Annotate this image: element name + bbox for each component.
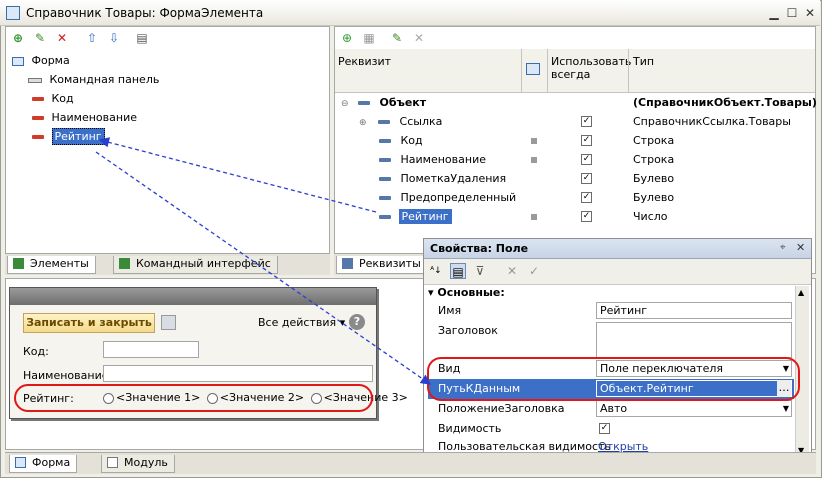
connection-arrows: [95, 137, 432, 385]
tab-label: Форма: [32, 456, 71, 469]
bottom-tabs: Форма Модуль: [5, 452, 816, 474]
tab-label: Модуль: [124, 456, 168, 469]
module-tab-icon: [107, 457, 118, 468]
arrow-attribute-to-element: [98, 137, 377, 213]
tab-form[interactable]: Форма: [9, 455, 78, 473]
arrow-element-to-path: [95, 151, 432, 385]
tab-module[interactable]: Модуль: [101, 455, 175, 473]
form-tab-icon: [15, 457, 26, 468]
